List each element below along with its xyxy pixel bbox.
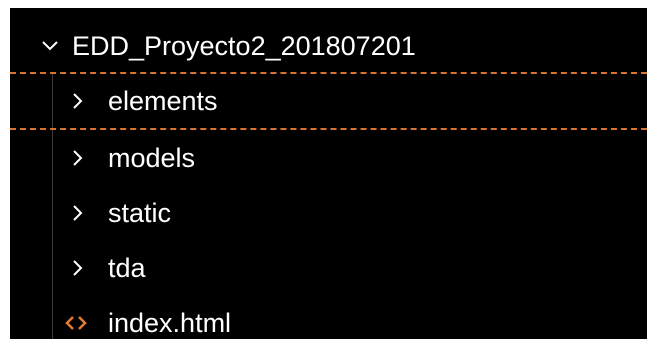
- folder-item-static[interactable]: static: [10, 185, 647, 241]
- folder-label: elements: [108, 85, 218, 116]
- chevron-down-icon: [40, 36, 60, 56]
- folder-root-edd-proyecto2[interactable]: EDD_Proyecto2_201807201: [10, 18, 647, 74]
- folder-label: EDD_Proyecto2_201807201: [72, 30, 416, 61]
- chevron-right-icon: [68, 148, 88, 168]
- folder-label: tda: [108, 252, 146, 283]
- file-item-index-html[interactable]: index.html: [10, 295, 647, 339]
- chevron-right-icon: [68, 203, 88, 223]
- folder-label: static: [108, 197, 172, 228]
- chevron-right-icon: [68, 91, 88, 111]
- file-explorer-tree: EDD_Proyecto2_201807201 elements models …: [10, 8, 647, 339]
- folder-label: models: [108, 142, 196, 173]
- chevron-right-icon: [68, 258, 88, 278]
- folder-item-tda[interactable]: tda: [10, 240, 647, 296]
- file-label: index.html: [108, 307, 232, 338]
- html-file-icon: [62, 312, 90, 334]
- folder-item-models[interactable]: models: [10, 130, 647, 186]
- folder-item-elements[interactable]: elements: [10, 72, 647, 130]
